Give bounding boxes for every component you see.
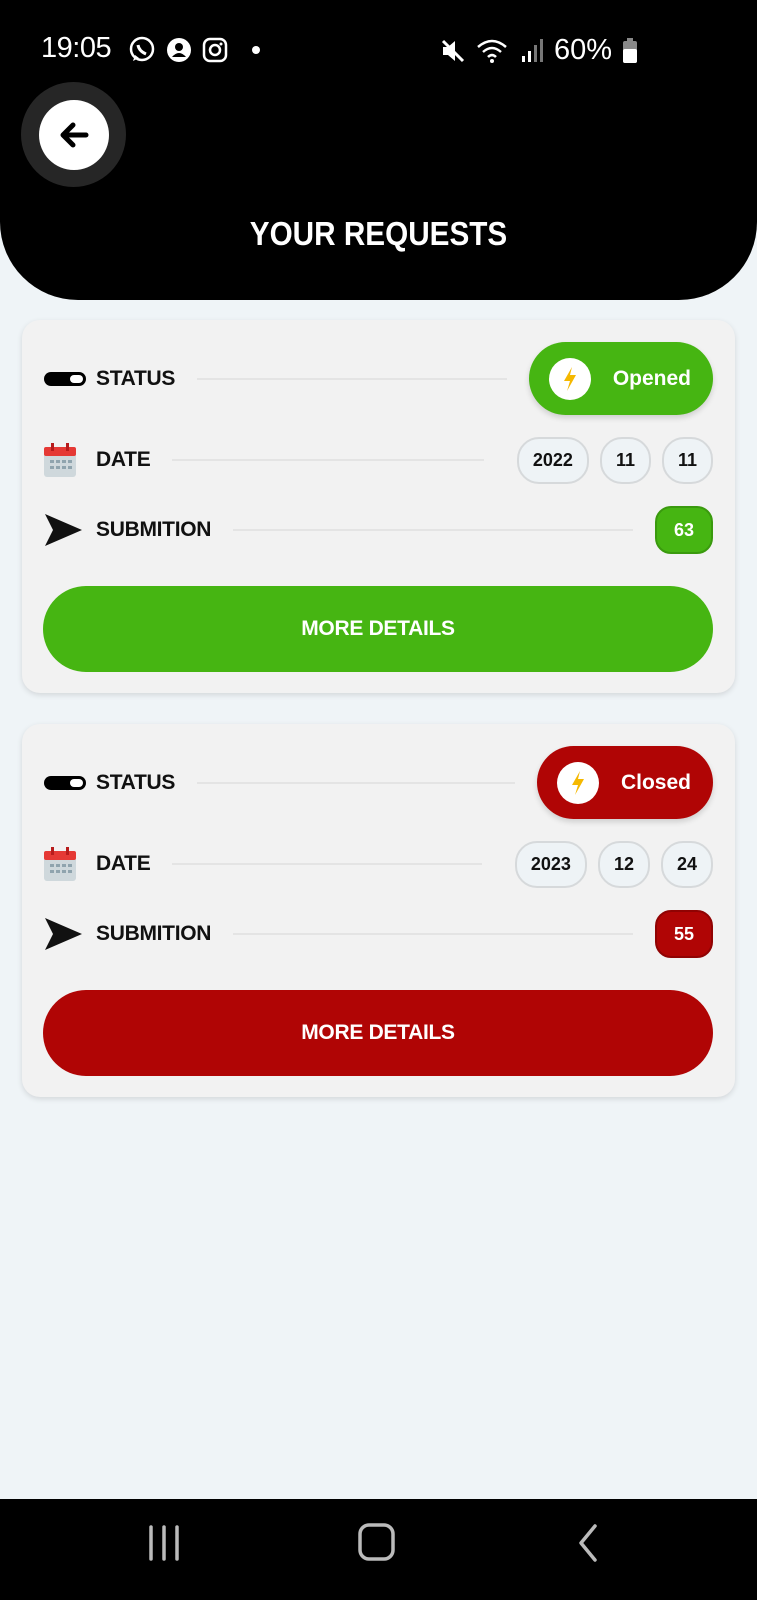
page-title: YOUR REQUESTS [249,215,508,252]
divider-line [233,529,633,531]
wifi-icon [477,39,507,63]
back-button[interactable] [21,82,126,187]
battery-icon [623,37,638,63]
divider-line [172,459,484,461]
date-day-chip: 11 [661,436,713,484]
lightning-icon [563,366,576,391]
date-month-chip: 12 [597,840,650,888]
date-year-chip: 2023 [514,840,587,888]
send-icon [45,918,82,950]
request-card: STATUS Opened DATE 2022 11 11 SUBMITION … [22,320,735,693]
signal-icon [522,38,543,62]
submition-row: SUBMITION 63 [43,506,713,554]
more-details-button[interactable]: MORE DETAILS [43,990,713,1076]
back-icon[interactable] [575,1523,601,1563]
date-row: DATE 2023 12 24 [43,840,713,888]
status-label: STATUS [96,770,176,794]
status-pill: Closed [536,746,713,819]
date-year-chip: 2022 [516,436,589,484]
status-value: Closed [620,770,691,794]
date-month-chip: 11 [599,436,651,484]
calendar-icon [44,847,76,881]
account-icon [167,38,191,62]
dot-icon [252,46,260,54]
date-label: DATE [96,852,151,875]
status-time: 19:05 [41,32,112,64]
status-row: STATUS Closed [43,746,713,819]
divider-line [197,781,515,784]
status-label: STATUS [96,366,176,390]
divider-line [197,377,507,380]
submition-label: SUBMITION [96,518,212,541]
request-card: STATUS Closed DATE 2023 12 24 SUBMITION … [22,724,735,1097]
date-label: DATE [96,448,151,471]
status-bar: 19:05 60% [0,30,757,70]
more-details-button[interactable]: MORE DETAILS [43,586,713,672]
mute-icon [441,39,465,62]
home-icon[interactable] [357,1521,397,1563]
submition-count-badge: 63 [655,506,713,554]
recent-apps-icon[interactable] [146,1523,182,1563]
status-pill: Opened [528,342,713,415]
calendar-icon [44,443,76,477]
instagram-icon [202,37,228,63]
send-icon [45,514,82,546]
date-row: DATE 2022 11 11 [43,436,713,484]
date-day-chip: 24 [660,840,713,888]
toggle-icon [44,371,86,386]
status-value: Opened [612,366,691,390]
submition-label: SUBMITION [96,922,212,945]
lightning-icon [571,770,584,795]
submition-row: SUBMITION 55 [43,910,713,958]
submition-count-badge: 55 [655,910,713,958]
navigation-bar [0,1499,757,1600]
divider-line [233,933,633,935]
arrow-left-icon [60,122,88,147]
whatsapp-icon [129,36,155,62]
battery-percent: 60% [554,34,613,66]
status-row: STATUS Opened [43,342,713,415]
divider-line [172,863,482,865]
header: 19:05 60% YOUR REQUESTS [0,0,757,300]
toggle-icon [44,775,86,790]
